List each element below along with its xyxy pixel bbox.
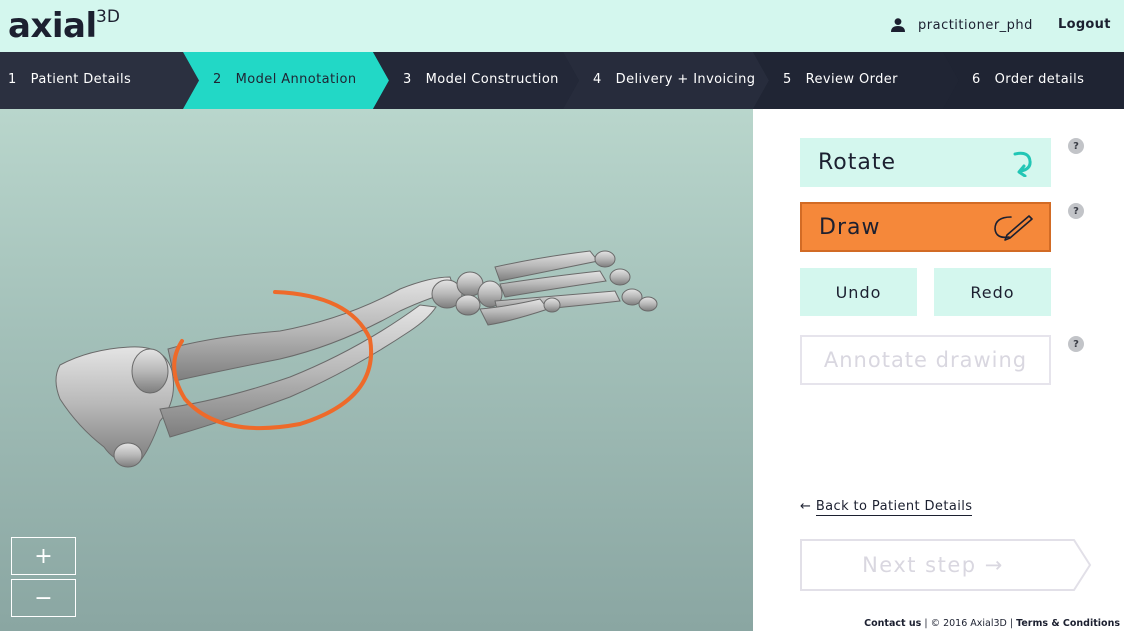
step-number: 1 — [8, 72, 17, 87]
olecranon — [113, 442, 143, 468]
footer-separator: | — [924, 618, 928, 629]
step-number: 5 — [783, 72, 792, 87]
step-label: Delivery + Invoicing — [615, 72, 756, 87]
annotate-drawing-button[interactable]: Annotate drawing — [800, 335, 1051, 385]
pen-draw-icon — [994, 215, 1033, 241]
back-link-label: Back to Patient Details — [815, 499, 973, 516]
redo-button[interactable]: Redo — [934, 268, 1051, 316]
rotate-icon — [1013, 151, 1032, 177]
annotate-help-icon[interactable]: ? — [1068, 336, 1084, 352]
next-step-button[interactable]: Next step → — [800, 539, 1094, 591]
user-icon — [891, 18, 905, 32]
phalanx-4 — [638, 296, 658, 312]
draw-help-icon[interactable]: ? — [1068, 203, 1084, 219]
arm-skeleton — [55, 250, 658, 468]
next-step-label: Next step — [862, 553, 977, 577]
step-number: 6 — [972, 72, 981, 87]
logo-text: axial — [8, 6, 97, 46]
bone-model[interactable] — [0, 109, 753, 631]
step-delivery-invoicing[interactable]: 4 Delivery + Invoicing — [593, 72, 755, 87]
step-model-construction[interactable]: 3 Model Construction — [403, 72, 559, 87]
rotate-label: Rotate — [818, 150, 897, 175]
step-label: Patient Details — [30, 72, 132, 87]
step-label: Model Annotation — [235, 72, 357, 87]
step-number: 4 — [593, 72, 602, 87]
step-label: Order details — [994, 72, 1085, 87]
next-arrow-icon: → — [984, 553, 1004, 577]
phalanx-2 — [609, 268, 631, 286]
contact-us-link[interactable]: Contact us — [864, 618, 921, 629]
footer-separator: | — [1009, 618, 1014, 629]
step-review-order[interactable]: 5 Review Order — [783, 72, 898, 87]
next-step-label-wrap: Next step → — [800, 539, 1066, 591]
carpal-4 — [455, 294, 481, 316]
step-number: 2 — [213, 72, 222, 87]
elbow-condyle — [131, 348, 169, 394]
phalanx-1 — [594, 250, 616, 268]
step-model-annotation[interactable]: 2 Model Annotation — [213, 72, 357, 87]
zoom-in-button[interactable]: + — [11, 537, 76, 575]
user-info: practitioner_phd — [890, 15, 1033, 35]
rotate-button[interactable]: Rotate — [800, 138, 1051, 187]
copyright-text: © 2016 Axial3D — [930, 618, 1007, 629]
draw-label: Draw — [819, 214, 881, 240]
back-arrow-icon: ← — [800, 499, 812, 514]
zoom-out-button[interactable]: − — [11, 579, 76, 617]
terms-link[interactable]: Terms & Conditions — [1016, 618, 1120, 629]
step-progress-bar: 1 Patient Details 2 Model Annotation 3 Mode… — [0, 52, 1124, 109]
step-patient-details[interactable]: 1 Patient Details — [8, 72, 131, 87]
logout-button[interactable]: Logout — [1058, 17, 1111, 32]
username: practitioner_phd — [918, 17, 1033, 33]
model-viewer-canvas[interactable]: + − — [0, 109, 753, 631]
back-to-patient-details-link[interactable]: ← Back to Patient Details — [800, 499, 973, 516]
draw-button[interactable]: Draw — [800, 202, 1051, 252]
step-label: Model Construction — [425, 72, 559, 87]
app-header: axial 3D practitioner_phd Logout — [0, 0, 1124, 52]
footer: Contact us | © 2016 Axial3D | Terms & Co… — [864, 618, 1120, 629]
phalanx-5 — [543, 297, 561, 313]
undo-button[interactable]: Undo — [800, 268, 917, 316]
step-chevrons — [0, 52, 1124, 109]
logo-superscript: 3D — [96, 7, 120, 27]
step-label: Review Order — [805, 72, 898, 87]
step-order-details[interactable]: 6 Order details — [972, 72, 1084, 87]
rotate-help-icon[interactable]: ? — [1068, 138, 1084, 154]
step-number: 3 — [403, 72, 412, 87]
tool-panel: Rotate ? Draw ? Undo Redo Annotate drawi… — [753, 109, 1124, 631]
